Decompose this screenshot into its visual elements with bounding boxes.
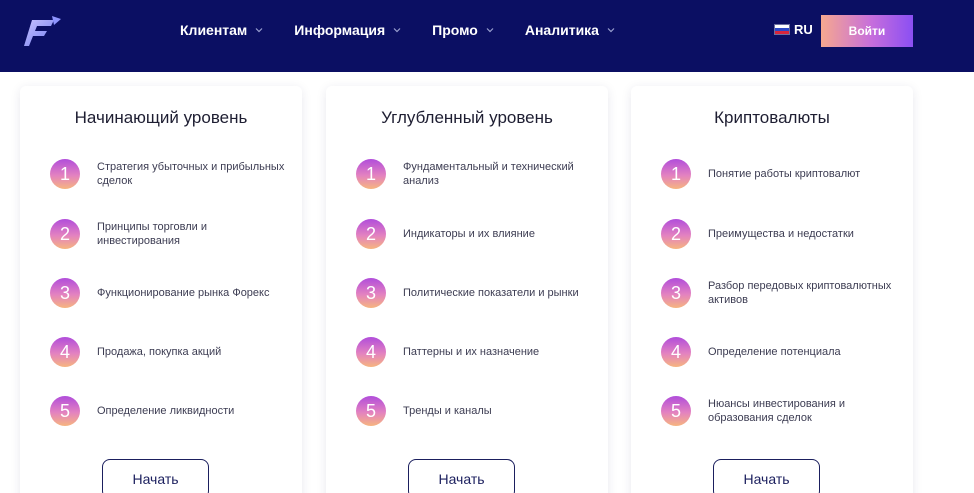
list-item: 3 Функционирование рынка Форекс [50,276,290,310]
list-item: 2 Преимущества и недостатки [661,217,901,251]
list-item: 4 Определение потенциала [661,335,901,369]
step-number-badge: 1 [661,159,691,189]
list-item-text: Политические показатели и рынки [403,287,579,299]
nav-item-information[interactable]: Информация [294,22,402,38]
start-button[interactable]: Начать [713,459,820,493]
step-number-badge: 3 [356,278,386,308]
list-item-text: Преимущества и недостатки [708,228,854,240]
list-item-text: Тренды и каналы [403,405,492,417]
step-number-badge: 3 [50,278,80,308]
step-number-badge: 1 [356,159,386,189]
nav-item-label: Информация [294,22,386,38]
list-item: 5 Определение ликвидности [50,394,290,428]
language-label: RU [794,22,813,37]
top-navigation-bar: Клиентам Информация Промо Аналитика RU В… [0,0,974,72]
card-title: Углубленный уровень [381,108,553,127]
list-item: 4 Паттерны и их назначение [356,335,596,369]
list-item: 1 Стратегия убыточных и прибыльных сдело… [50,157,290,191]
list-item-text: Паттерны и их назначение [403,346,540,358]
list-item-text: Фундаментальный и технический анализ [403,161,574,187]
nav-item-promo[interactable]: Промо [432,22,495,38]
brand-logo[interactable] [24,14,64,50]
step-number-badge: 2 [356,219,386,249]
chevron-down-icon [607,28,615,33]
nav-item-analytics[interactable]: Аналитика [525,22,616,38]
list-item-text: Стратегия убыточных и прибыльных сделок [97,161,285,187]
card-title: Начинающий уровень [74,108,248,127]
start-button[interactable]: Начать [102,459,209,493]
russia-flag-icon [774,24,790,35]
list-item-text: Определение потенциала [708,346,841,358]
list-item: 2 Индикаторы и их влияние [356,217,596,251]
step-number-badge: 4 [661,337,691,367]
step-number-badge: 2 [661,219,691,249]
nav-item-clients[interactable]: Клиентам [180,22,264,38]
list-item-text: Индикаторы и их влияние [403,228,535,240]
course-card-crypto: Криптовалюты 1 Понятие работы криптовалю… [631,86,913,493]
nav-item-label: Промо [432,22,478,38]
list-item: 1 Фундаментальный и технический анализ [356,157,596,191]
list-item: 2 Принципы торговли и инвестирования [50,217,290,251]
list-item: 5 Тренды и каналы [356,394,596,428]
main-nav: Клиентам Информация Промо Аналитика [180,22,646,38]
list-item: 3 Политические показатели и рынки [356,276,596,310]
chevron-down-icon [486,28,494,33]
list-item: 3 Разбор передовых криптовалютных активо… [661,276,901,310]
step-number-badge: 2 [50,219,80,249]
nav-item-label: Клиентам [180,22,248,38]
step-number-badge: 5 [661,396,691,426]
step-number-badge: 4 [356,337,386,367]
list-item-text: Определение ликвидности [97,405,235,417]
chevron-down-icon [393,28,401,33]
step-number-badge: 5 [356,396,386,426]
card-title: Криптовалюты [714,108,830,127]
language-selector[interactable]: RU [774,22,813,37]
list-item-text: Разбор передовых криптовалютных активов [708,280,892,306]
nav-item-label: Аналитика [524,22,599,38]
list-item: 1 Понятие работы криптовалют [661,157,901,191]
start-button[interactable]: Начать [408,459,515,493]
list-item-text: Понятие работы криптовалют [708,168,861,180]
list-item-text: Нюансы инвестирования и образования сдел… [708,398,846,424]
step-number-badge: 3 [661,278,691,308]
chevron-down-icon [255,28,263,33]
course-card-advanced: Углубленный уровень 1 Фундаментальный и … [326,86,608,493]
step-number-badge: 5 [50,396,80,426]
list-item: 4 Продажа, покупка акций [50,335,290,369]
list-item-text: Продажа, покупка акций [97,346,222,358]
list-item-text: Функционирование рынка Форекс [97,287,270,299]
course-card-beginner: Начинающий уровень 1 Стратегия убыточных… [20,86,302,493]
login-button[interactable]: Войти [821,15,913,47]
step-number-badge: 4 [50,337,80,367]
list-item: 5 Нюансы инвестирования и образования сд… [661,394,901,428]
list-item-text: Принципы торговли и инвестирования [97,221,207,247]
step-number-badge: 1 [50,159,80,189]
